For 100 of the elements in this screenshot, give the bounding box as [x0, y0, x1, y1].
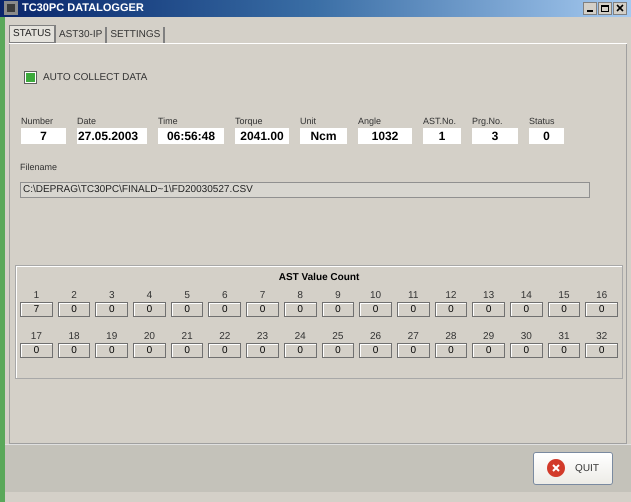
value-field: Ncm: [300, 128, 347, 144]
value-field: 27.05.2003: [77, 128, 147, 144]
field-label: Angle: [358, 114, 382, 126]
count-field: 0: [548, 302, 580, 317]
field-label: Status: [529, 114, 556, 126]
count-field: 0: [359, 302, 392, 317]
count-label: 21: [180, 330, 194, 342]
count-label: 16: [595, 289, 608, 301]
field-label: Prg.No.: [472, 114, 504, 126]
group-title: AST Value Count: [278, 271, 360, 285]
count-field: 0: [58, 343, 90, 358]
count-field: 0: [170, 302, 204, 317]
count-field: 0: [396, 343, 430, 358]
count-label: 30: [520, 330, 533, 342]
value-field: 1032: [358, 128, 412, 144]
count-label: 7: [258, 289, 266, 301]
field-label: Date: [77, 114, 98, 126]
count-label: 22: [218, 330, 232, 342]
value-field: 06:56:48: [158, 128, 224, 144]
count-field: 0: [246, 302, 279, 317]
tab[interactable]: AST30-IP: [56, 26, 108, 42]
count-field: 0: [585, 302, 618, 317]
tab[interactable]: SETTINGS: [107, 26, 166, 42]
tab[interactable]: STATUS: [9, 24, 56, 42]
count-label: 9: [334, 289, 342, 301]
count-field: 0: [284, 302, 316, 317]
count-label: 19: [105, 330, 118, 342]
count-label: 13: [482, 289, 496, 301]
value-field: 0: [529, 128, 564, 144]
count-field: 0: [322, 343, 354, 358]
field-label: Number: [21, 114, 54, 126]
count-field: 0: [396, 302, 430, 317]
count-label: 18: [67, 330, 81, 342]
count-label: 15: [557, 289, 571, 301]
count-field: 0: [95, 343, 128, 358]
count-field: 0: [133, 343, 166, 358]
count-label: 6: [221, 289, 229, 301]
count-label: 2: [70, 289, 78, 301]
count-field: 0: [548, 343, 580, 358]
count-label: 3: [108, 289, 116, 301]
count-label: 25: [331, 330, 344, 342]
count-field: 0: [20, 343, 53, 358]
count-label: 10: [368, 289, 382, 301]
count-field: 0: [434, 302, 468, 317]
field-label: AST.No.: [423, 114, 458, 126]
count-label: 31: [557, 330, 571, 342]
quit-button[interactable]: QUIT: [533, 452, 613, 484]
close-circle-icon: [547, 459, 566, 477]
count-label: 28: [444, 330, 458, 342]
count-label: 26: [368, 330, 382, 342]
count-label: 12: [444, 289, 458, 301]
count-field: 0: [434, 343, 468, 358]
count-label: 14: [520, 289, 533, 301]
count-label: 29: [482, 330, 496, 342]
count-field: 0: [359, 343, 392, 358]
count-field: 0: [510, 302, 543, 317]
close-button[interactable]: [613, 2, 627, 15]
count-field: 0: [472, 302, 505, 317]
count-label: 27: [406, 330, 420, 342]
count-field: 0: [58, 302, 90, 317]
count-label: 1: [32, 289, 40, 301]
count-field: 0: [472, 343, 505, 358]
checkbox-label: AUTO COLLECT DATA: [43, 70, 148, 84]
count-label: 20: [142, 330, 156, 342]
count-label: 4: [146, 289, 154, 301]
minimize-icon: [587, 10, 593, 12]
count-label: 8: [296, 289, 304, 301]
count-field: 0: [246, 343, 279, 358]
count-field: 0: [170, 343, 204, 358]
count-field: 0: [208, 343, 242, 358]
count-label: 17: [30, 330, 43, 342]
count-label: 24: [294, 330, 307, 342]
checkbox[interactable]: [24, 70, 37, 84]
count-label: 11: [407, 289, 420, 301]
close-icon: [616, 4, 624, 12]
count-label: 32: [595, 330, 608, 342]
count-field: 0: [510, 343, 543, 358]
count-field: 7: [20, 302, 53, 317]
count-field: 0: [585, 343, 618, 358]
maximize-icon: [601, 4, 609, 12]
count-field: 0: [133, 302, 166, 317]
count-field: 0: [322, 302, 354, 317]
filename-field: C:\DEPRAG\TC30PC\FINALD~1\FD20030527.CSV: [20, 182, 590, 198]
count-label: 23: [256, 330, 270, 342]
value-field: 3: [472, 128, 518, 144]
field-label: Time: [158, 114, 179, 126]
count-field: 0: [284, 343, 316, 358]
field-label: Filename: [20, 160, 58, 174]
value-field: 7: [21, 128, 66, 144]
count-field: 0: [208, 302, 242, 317]
field-label: Torque: [235, 114, 264, 126]
count-field: 0: [95, 302, 128, 317]
value-field: 1: [423, 128, 461, 144]
field-label: Unit: [300, 114, 318, 126]
value-field: 2041.00: [235, 128, 289, 144]
window-title: TC30PC DATALOGGER: [22, 1, 144, 16]
app-icon: [4, 1, 18, 16]
maximize-button[interactable]: [598, 2, 612, 15]
minimize-button[interactable]: [583, 2, 597, 15]
count-label: 5: [183, 289, 191, 301]
